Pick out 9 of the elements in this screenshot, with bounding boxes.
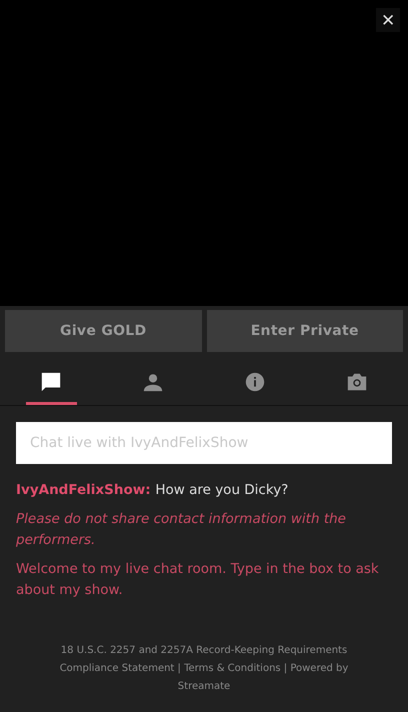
action-button[interactable]: Give GOLD [5, 310, 202, 352]
info-icon [244, 370, 266, 392]
chat-message: Welcome to my live chat room. Type in the box to ask about my show. [16, 560, 380, 600]
footer-text: 18 U.S.C. 2257 and 2257A Record-Keeping Requirements Compliance Statement | Terms & Conditions | Powered by Streamate [58, 644, 350, 694]
chat-message: IvyAndFelixShow: How are you Dicky? [16, 481, 290, 500]
close-button[interactable]: ✕ [376, 8, 400, 32]
chat-icon [40, 370, 62, 392]
chat-message: Please do not share contact information with the performers. [16, 510, 347, 550]
action-button[interactable]: Enter Private [206, 310, 403, 352]
